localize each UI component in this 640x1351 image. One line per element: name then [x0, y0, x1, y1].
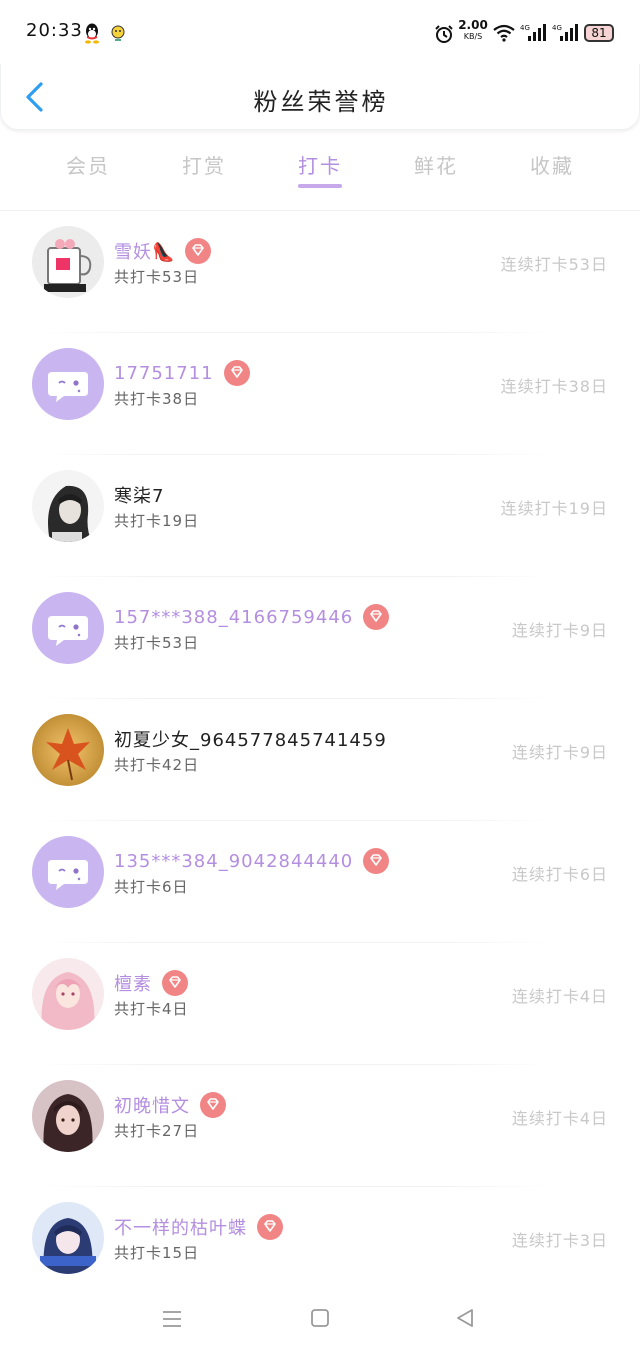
user-name[interactable]: 初夏少女_964577845741459	[114, 726, 387, 752]
signal-icon: 4G	[520, 24, 546, 41]
list-item[interactable]: 寒柒7 共打卡19日 连续打卡19日	[0, 455, 640, 577]
streak-checkins: 连续打卡4日	[511, 987, 608, 1006]
list-item[interactable]: 初夏少女_964577845741459 共打卡42日 连续打卡9日	[0, 699, 640, 821]
avatar[interactable]	[32, 592, 104, 664]
total-checkins: 共打卡15日	[114, 1244, 200, 1262]
diamond-icon	[162, 970, 188, 996]
qq-icon	[85, 23, 99, 44]
avatar[interactable]	[32, 470, 104, 542]
diamond-icon	[363, 604, 390, 630]
list-item[interactable]: 157***388_4166759446 共打卡53日 连续打卡9日	[0, 577, 640, 699]
user-name[interactable]: 17751711	[114, 363, 214, 384]
tab-flowers[interactable]: 鲜花	[381, 150, 491, 179]
user-name-line: 157***388_4166759446	[114, 603, 390, 631]
menu-icon[interactable]	[162, 1310, 182, 1328]
home-square-icon[interactable]	[310, 1308, 330, 1328]
user-name-line: 初夏少女_964577845741459	[114, 725, 387, 753]
avatar[interactable]	[32, 958, 104, 1030]
tab-members[interactable]: 会员	[33, 150, 143, 179]
network-speed-value: 2.00	[458, 18, 488, 32]
signal-icon: 4G	[552, 24, 578, 41]
user-name[interactable]: 135***384_9042844440	[114, 851, 353, 872]
total-checkins: 共打卡53日	[114, 634, 200, 652]
streak-checkins: 连续打卡38日	[500, 377, 608, 396]
system-nav-bar	[0, 1290, 640, 1351]
active-tab-indicator	[298, 184, 342, 188]
back-triangle-icon[interactable]	[455, 1308, 475, 1328]
sun-icon	[111, 25, 125, 41]
tab-rewards[interactable]: 打赏	[149, 150, 259, 179]
total-checkins: 共打卡42日	[114, 756, 200, 774]
status-bar: 20:33 2.00 KB/S 4G 4G 81	[0, 0, 640, 64]
total-checkins: 共打卡19日	[114, 512, 200, 530]
user-name-line: 寒柒7	[114, 481, 164, 509]
diamond-icon	[223, 360, 250, 386]
user-name-line: 135***384_9042844440	[114, 847, 390, 875]
avatar[interactable]	[32, 226, 104, 298]
diamond-icon	[363, 848, 390, 874]
user-name[interactable]: 初晚惜文	[114, 1092, 190, 1118]
signal-label: 4G	[552, 24, 562, 32]
signal-label: 4G	[520, 24, 530, 32]
network-speed-unit: KB/S	[463, 32, 483, 41]
streak-checkins: 连续打卡19日	[500, 499, 608, 518]
alarm-icon	[435, 25, 453, 43]
user-name-line: 初晚惜文	[114, 1091, 226, 1119]
total-checkins: 共打卡4日	[114, 1000, 189, 1018]
total-checkins: 共打卡27日	[114, 1122, 200, 1140]
list-item[interactable]: 135***384_9042844440 共打卡6日 连续打卡6日	[0, 821, 640, 943]
avatar[interactable]	[32, 836, 104, 908]
user-name[interactable]: 檀素	[114, 970, 152, 996]
tab-checkin[interactable]: 打卡	[265, 150, 375, 179]
user-name[interactable]: 157***388_4166759446	[114, 607, 353, 628]
diamond-icon	[200, 1092, 226, 1118]
tab-bar: 会员 打赏 打卡 鲜花 收藏	[0, 130, 640, 211]
user-name[interactable]: 雪妖👠	[114, 238, 175, 264]
list-item[interactable]: 17751711 共打卡38日 连续打卡38日	[0, 333, 640, 455]
user-name-line: 檀素	[114, 969, 188, 997]
avatar[interactable]	[32, 348, 104, 420]
total-checkins: 共打卡6日	[114, 878, 189, 896]
streak-checkins: 连续打卡53日	[500, 255, 608, 274]
diamond-icon	[257, 1214, 283, 1240]
user-name[interactable]: 不一样的枯叶蝶	[114, 1214, 247, 1240]
user-name-line: 雪妖👠	[114, 237, 212, 265]
streak-checkins: 连续打卡9日	[511, 621, 608, 640]
streak-checkins: 连续打卡9日	[511, 743, 608, 762]
list-item[interactable]: 檀素 共打卡4日 连续打卡4日	[0, 943, 640, 1065]
total-checkins: 共打卡38日	[114, 390, 200, 408]
user-name-line: 17751711	[114, 359, 250, 387]
avatar[interactable]	[32, 1080, 104, 1152]
app-header: 粉丝荣誉榜	[0, 64, 640, 130]
user-name-line: 不一样的枯叶蝶	[114, 1213, 283, 1241]
list-item[interactable]: 初晚惜文 共打卡27日 连续打卡4日	[0, 1065, 640, 1187]
network-speed: 2.00 KB/S	[458, 18, 488, 42]
streak-checkins: 连续打卡6日	[511, 865, 608, 884]
avatar[interactable]	[32, 1202, 104, 1274]
total-checkins: 共打卡53日	[114, 268, 200, 286]
diamond-icon	[185, 238, 212, 264]
status-time: 20:33	[26, 20, 83, 41]
list-item[interactable]: 雪妖👠 共打卡53日 连续打卡53日	[0, 211, 640, 333]
wifi-icon	[493, 24, 515, 42]
streak-checkins: 连续打卡3日	[511, 1231, 608, 1250]
streak-checkins: 连续打卡4日	[511, 1109, 608, 1128]
ranking-list: 雪妖👠 共打卡53日 连续打卡53日 17751711 共打卡38日 连续打卡3…	[0, 211, 640, 1309]
battery-icon: 81	[584, 24, 614, 42]
page-title: 粉丝荣誉榜	[253, 88, 389, 116]
avatar[interactable]	[32, 714, 104, 786]
user-name[interactable]: 寒柒7	[114, 482, 164, 508]
tab-favorites[interactable]: 收藏	[497, 150, 607, 179]
